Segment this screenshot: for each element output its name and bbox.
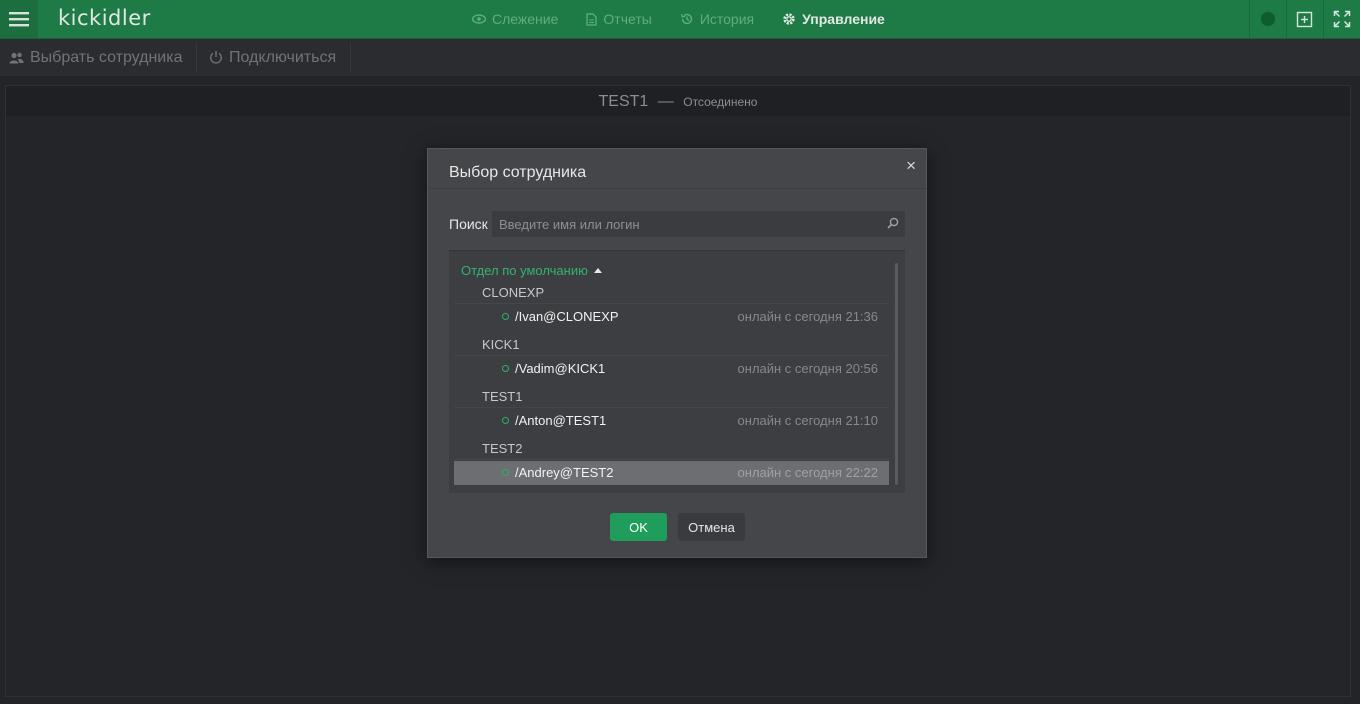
menu-icon xyxy=(9,12,29,27)
select-employee-label: Выбрать сотрудника xyxy=(30,48,183,66)
group-label: KICK1 xyxy=(482,337,520,352)
employee-row[interactable]: /Ivan@CLONEXP онлайн с сегодня 21:36 xyxy=(454,305,889,329)
users-icon xyxy=(9,52,24,63)
row-divider xyxy=(454,355,889,356)
computer-name: TEST1 xyxy=(598,93,649,110)
panel-header: TEST1 — Отсоединено xyxy=(6,86,1350,116)
employee-status: онлайн с сегодня 21:10 xyxy=(737,413,878,428)
top-right-controls xyxy=(1249,0,1360,38)
top-bar: kickidler Слежение Отчеты История Управл… xyxy=(0,0,1360,39)
connect-button[interactable]: Подключиться xyxy=(209,39,336,76)
nav-item-label: Слежение xyxy=(492,11,559,27)
select-employee-dialog: Выбор сотрудника × Поиск Отдел по умолча… xyxy=(427,148,927,558)
add-window-icon xyxy=(1296,11,1313,28)
eye-icon xyxy=(472,14,486,24)
nav-item-label: Отчеты xyxy=(603,11,652,27)
group-label: TEST1 xyxy=(482,389,523,404)
fullscreen-icon xyxy=(1333,10,1351,28)
connection-status-indicator xyxy=(1249,0,1286,38)
employee-name: /Anton@TEST1 xyxy=(515,413,607,428)
search-input[interactable] xyxy=(492,211,905,237)
cancel-button[interactable]: Отмена xyxy=(678,513,745,541)
fullscreen-button[interactable] xyxy=(1323,0,1360,38)
caret-up-icon xyxy=(593,268,602,273)
employee-status: онлайн с сегодня 22:22 xyxy=(737,465,878,480)
online-status-icon xyxy=(502,417,509,424)
online-status-icon xyxy=(502,365,509,372)
search-label: Поиск xyxy=(449,216,488,232)
department-toggle[interactable]: Отдел по умолчанию xyxy=(461,263,602,278)
toolbar-divider xyxy=(350,43,351,73)
connect-label: Подключиться xyxy=(229,48,337,66)
nav-item-reports[interactable]: Отчеты xyxy=(586,0,652,38)
employee-status: онлайн с сегодня 21:36 xyxy=(737,309,878,324)
department-label: Отдел по умолчанию xyxy=(461,263,588,278)
dialog-divider xyxy=(428,188,926,189)
employee-name: /Ivan@CLONEXP xyxy=(515,309,619,324)
employee-list: Отдел по умолчанию CLONEXP /Ivan@CLONEXP… xyxy=(449,250,905,493)
search-box xyxy=(492,211,905,237)
employee-row[interactable]: /Anton@TEST1 онлайн с сегодня 21:10 xyxy=(454,409,889,433)
toolbar: Выбрать сотрудника Подключиться xyxy=(0,39,1360,76)
nav-item-monitoring[interactable]: Слежение xyxy=(472,0,558,38)
search-icon xyxy=(887,217,899,229)
row-divider xyxy=(454,303,889,304)
connection-status: Отсоединено xyxy=(683,95,758,109)
document-icon xyxy=(586,12,598,26)
select-employee-button[interactable]: Выбрать сотрудника xyxy=(9,39,183,76)
employee-row[interactable]: /Vadim@KICK1 онлайн с сегодня 20:56 xyxy=(454,357,889,381)
row-divider xyxy=(454,407,889,408)
nav-item-label: Управление xyxy=(802,11,885,27)
hamburger-menu-button[interactable] xyxy=(0,0,38,38)
toolbar-divider xyxy=(196,43,197,73)
history-icon xyxy=(680,13,693,25)
group-label: TEST2 xyxy=(482,441,523,456)
close-icon[interactable]: × xyxy=(906,156,916,176)
nav-item-management[interactable]: Управление xyxy=(782,0,885,38)
list-scrollbar[interactable] xyxy=(895,263,898,485)
main-nav: Слежение Отчеты История Управление xyxy=(472,0,913,38)
ok-button[interactable]: OK xyxy=(610,513,667,541)
dialog-title: Выбор сотрудника xyxy=(449,164,587,181)
gear-icon xyxy=(783,13,795,25)
new-window-button[interactable] xyxy=(1286,0,1323,38)
employee-row-selected[interactable]: /Andrey@TEST2 онлайн с сегодня 22:22 xyxy=(454,461,889,485)
online-status-icon xyxy=(502,313,509,320)
status-dot-icon xyxy=(1260,11,1276,27)
app-logo: kickidler xyxy=(58,6,151,30)
header-dash: — xyxy=(657,93,674,110)
nav-item-history[interactable]: История xyxy=(680,0,754,38)
power-icon xyxy=(210,51,222,64)
online-status-icon xyxy=(502,469,509,476)
employee-name: /Vadim@KICK1 xyxy=(515,361,606,376)
employee-name: /Andrey@TEST2 xyxy=(515,465,614,480)
group-label: CLONEXP xyxy=(482,285,545,300)
employee-status: онлайн с сегодня 20:56 xyxy=(737,361,878,376)
row-divider xyxy=(454,459,889,460)
nav-item-label: История xyxy=(699,11,755,27)
